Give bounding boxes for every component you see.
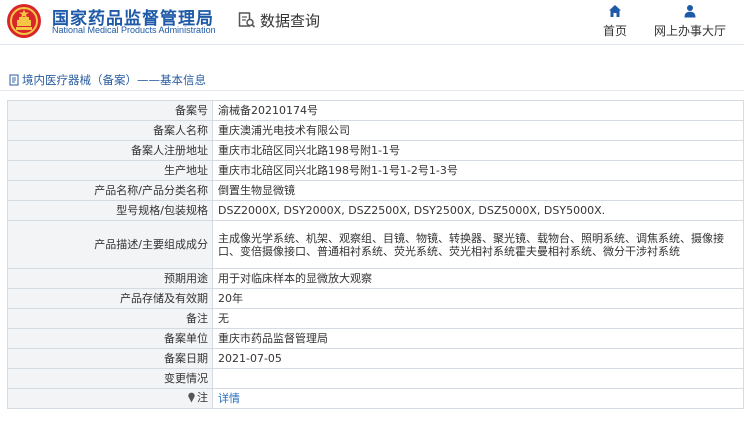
nav-home-label: 首页 [603,24,628,38]
field-value: 主成像光学系统、机架、观察组、目镜、物镜、转换器、聚光镜、载物台、照明系统、调焦… [212,220,744,269]
table-row: 备案人注册地址 重庆市北碚区同兴北路198号附1-1号 [7,140,744,161]
home-icon [609,5,621,17]
field-value: 2021-07-05 [212,348,744,369]
field-value: 无 [212,308,744,329]
field-label: 备案单位 [7,328,213,349]
field-label: 产品名称/产品分类名称 [7,180,213,201]
breadcrumb-text: 境内医疗器械（备案）——基本信息 [22,73,206,87]
nav-home[interactable]: 首页 [603,4,627,39]
field-value: 详情 [212,388,744,409]
field-value: 重庆澳浦光电技术有限公司 [212,120,744,141]
data-query-link[interactable]: 数据查询 [238,9,320,31]
field-label: 备注 [7,308,213,329]
national-emblem-icon [7,4,41,38]
table-row: 预期用途 用于对临床样本的显微放大观察 [7,268,744,289]
note-label-text: 注 [197,391,208,404]
field-label: 变更情况 [7,368,213,389]
field-label: 备案日期 [7,348,213,369]
field-value [212,368,744,389]
breadcrumb: 境内医疗器械（备案）——基本信息 [9,72,206,88]
field-label: 型号规格/包装规格 [7,200,213,221]
field-label: 产品存储及有效期 [7,288,213,309]
nav-online-office-label: 网上办事大厅 [654,24,727,38]
field-label: 备案人注册地址 [7,140,213,161]
table-row: 产品存储及有效期 20年 [7,288,744,309]
site-header: 国家药品监督管理局 National Medical Products Admi… [0,0,744,45]
field-value: 重庆市北碚区同兴北路198号附1-1号1-2号1-3号 [212,160,744,181]
field-value: 20年 [212,288,744,309]
document-icon [9,74,19,86]
table-row: 产品名称/产品分类名称 倒置生物显微镜 [7,180,744,201]
field-value: 倒置生物显微镜 [212,180,744,201]
table-row: 备案号 渝械备20210174号 [7,100,744,121]
data-query-label: 数据查询 [260,11,321,30]
table-row: 备案人名称 重庆澳浦光电技术有限公司 [7,120,744,141]
table-row: 产品描述/主要组成成分 主成像光学系统、机架、观察组、目镜、物镜、转换器、聚光镜… [7,220,744,269]
table-row: 变更情况 [7,368,744,389]
table-row: 备案单位 重庆市药品监督管理局 [7,328,744,349]
brand-subtitle: National Medical Products Administration [52,25,216,35]
breadcrumb-bar: 境内医疗器械（备案）——基本信息 [0,70,744,91]
field-value: 渝械备20210174号 [212,100,744,121]
field-label: 产品描述/主要组成成分 [7,220,213,269]
table-row: 备案日期 2021-07-05 [7,348,744,369]
field-label: 预期用途 [7,268,213,289]
field-value: 用于对临床样本的显微放大观察 [212,268,744,289]
field-label: 备案人名称 [7,120,213,141]
table-row: 备注 无 [7,308,744,329]
details-link[interactable]: 详情 [218,392,240,405]
field-label: 生产地址 [7,160,213,181]
table-row: 注 详情 [7,388,744,409]
user-icon [684,5,696,18]
record-info-table: 备案号 渝械备20210174号 备案人名称 重庆澳浦光电技术有限公司 备案人注… [7,100,744,409]
field-value: 重庆市北碚区同兴北路198号附1-1号 [212,140,744,161]
pin-icon [188,392,195,403]
data-query-icon [238,12,256,28]
field-value: DSZ2000X, DSY2000X, DSZ2500X, DSY2500X, … [212,200,744,221]
nav-online-office[interactable]: 网上办事大厅 [654,4,726,39]
note-label: 注 [7,388,213,409]
table-row: 生产地址 重庆市北碚区同兴北路198号附1-1号1-2号1-3号 [7,160,744,181]
field-label: 备案号 [7,100,213,121]
field-value: 重庆市药品监督管理局 [212,328,744,349]
table-row: 型号规格/包装规格 DSZ2000X, DSY2000X, DSZ2500X, … [7,200,744,221]
